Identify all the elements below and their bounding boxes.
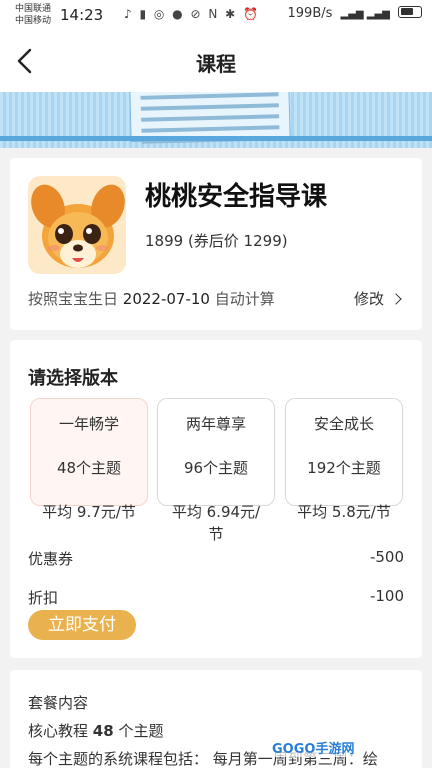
birthday-date: 2022-07-10 — [122, 290, 210, 308]
section-title: 请选择版本 — [28, 368, 118, 389]
package-title: 套餐内容 — [28, 694, 89, 712]
course-info-card: 桃桃安全指导课 1899 (券后价 1299) 按照宝宝生日 2022-07-1… — [10, 158, 422, 330]
course-title: 桃桃安全指导课 — [145, 182, 328, 212]
discount-label: 折扣 — [28, 589, 59, 607]
carrier-1: 中国联通 — [15, 4, 52, 14]
plan-option-3[interactable]: 安全成长 192个主题 平均 5.8元/节 — [285, 398, 403, 521]
core-count: 48 — [92, 722, 114, 740]
coupon-value: -500 — [369, 548, 404, 566]
site-watermark: GOGO手游网 — [268, 738, 359, 757]
chevron-right-icon — [390, 293, 402, 305]
plan-option-1[interactable]: 一年畅学 48个主题 平均 9.7元/节 — [30, 398, 148, 521]
coupon-label: 优惠券 — [28, 550, 74, 568]
puppy-mascot-icon — [31, 184, 125, 268]
banner-strip — [0, 136, 432, 141]
signal-icons: ▂▄▆ ▂▄▆ — [340, 9, 390, 20]
course-logo — [28, 176, 126, 274]
plan-average-price: 平均 6.94元/节 — [171, 503, 261, 543]
birthday-prefix: 按照宝宝生日 — [28, 290, 119, 308]
plan-name: 两年尊享 — [185, 415, 246, 433]
status-right: 199B/s ▂▄▆ ▂▄▆ — [287, 6, 422, 21]
birthday-line: 按照宝宝生日 2022-07-10 自动计算 — [28, 288, 275, 309]
network-speed: 199B/s — [287, 6, 333, 21]
plan-average-price: 平均 9.7元/节 — [42, 503, 136, 521]
plan-option-2[interactable]: 两年尊享 96个主题 平均 6.94元/节 — [157, 398, 275, 543]
carrier-2: 中国移动 — [15, 16, 52, 26]
nav-bar: 课程 — [0, 30, 432, 92]
package-content-card: 套餐内容 核心教程 48 个主题 每个主题的系统课程包括： 每月第一周到第三周：… — [10, 670, 422, 768]
plan-name: 安全成长 — [313, 415, 374, 433]
edit-birthday-button[interactable]: 修改 — [353, 288, 402, 309]
core-suffix: 个主题 — [118, 722, 164, 740]
birthday-suffix: 自动计算 — [214, 290, 275, 308]
promo-banner[interactable] — [0, 92, 432, 148]
discount-value: -100 — [369, 587, 404, 605]
carrier-labels: 中国联通 中国移动 — [15, 3, 51, 27]
core-course-line: 核心教程 48 个主题 — [28, 720, 163, 741]
clock: 14:23 — [60, 6, 104, 24]
page-title: 课程 — [196, 52, 236, 76]
pay-now-button[interactable]: 立即支付 — [28, 610, 136, 640]
core-prefix: 核心教程 — [28, 722, 89, 740]
battery-icon — [398, 6, 422, 18]
notification-icons: ♪ ▮ ◎ ● ⊘ N ✱ ⏰ — [124, 7, 260, 21]
status-bar: 中国联通 中国移动 14:23 ♪ ▮ ◎ ● ⊘ N ✱ ⏰ 199B/s ▂… — [0, 0, 432, 30]
plan-topics: 96个主题 — [183, 459, 249, 477]
course-price: 1899 (券后价 1299) — [145, 232, 288, 250]
version-select-card: 请选择版本 一年畅学 48个主题 平均 9.7元/节 两年尊享 96个主题 平均… — [10, 340, 422, 658]
plan-topics: 192个主题 — [307, 459, 381, 477]
plan-average-price: 平均 5.8元/节 — [297, 503, 391, 521]
plan-name: 一年畅学 — [58, 415, 119, 433]
edit-label: 修改 — [353, 290, 384, 308]
banner-card — [129, 92, 291, 144]
plan-topics: 48个主题 — [56, 459, 122, 477]
